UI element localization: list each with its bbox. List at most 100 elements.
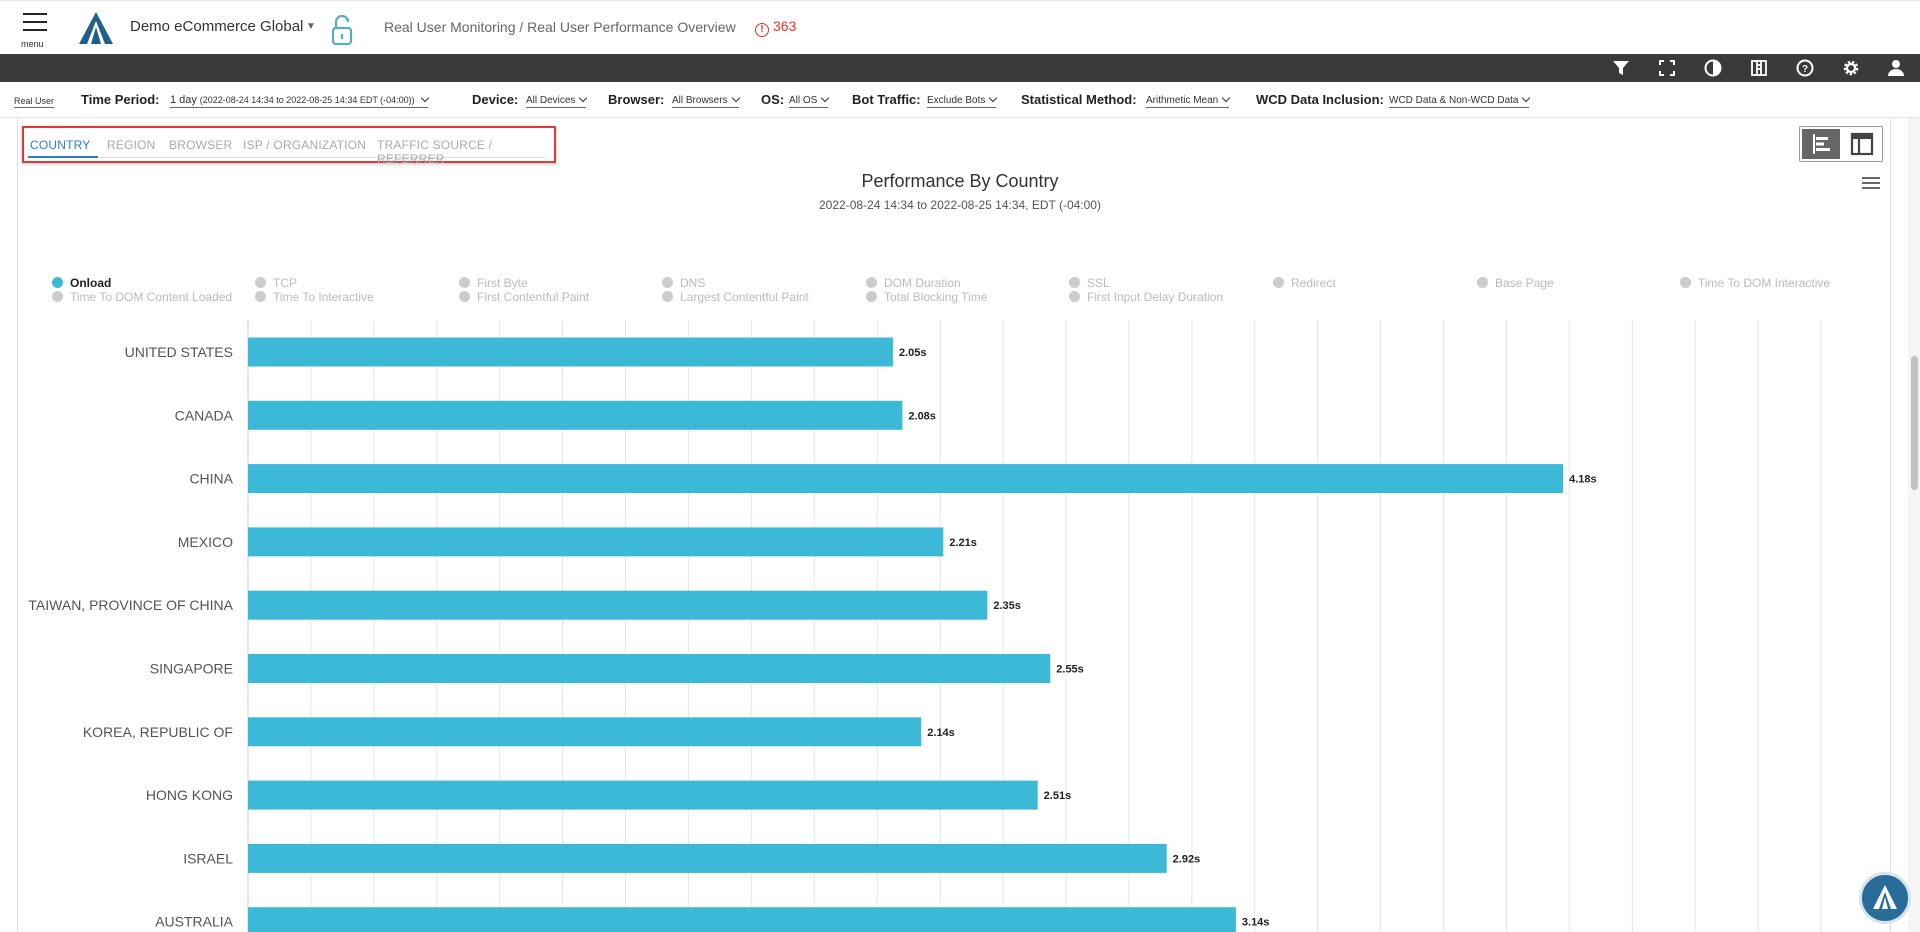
- gear-icon[interactable]: [1841, 58, 1861, 78]
- legend-dot: [1680, 277, 1691, 288]
- bot-traffic-select[interactable]: Exclude Bots: [927, 93, 998, 108]
- os-select[interactable]: All OS: [789, 93, 830, 108]
- legend-dot: [52, 291, 63, 302]
- legend-item-first-input-delay-duration[interactable]: First Input Delay Duration: [1069, 290, 1223, 304]
- legend-item-ssl[interactable]: SSL: [1069, 276, 1110, 290]
- bot-traffic-value: Exclude Bots: [927, 95, 986, 106]
- help-icon[interactable]: ?: [1795, 58, 1815, 78]
- wcd-data-value: WCD Data & Non-WCD Data: [1389, 95, 1519, 106]
- legend-dot: [255, 277, 266, 288]
- active-tab-indicator: [28, 156, 98, 158]
- browser-value: All Browsers: [672, 95, 728, 106]
- brand-logo-icon: [1873, 885, 1897, 909]
- chevron-down-icon: [1522, 93, 1531, 103]
- bar-singapore[interactable]: [248, 654, 1051, 683]
- bar-united-states[interactable]: [248, 337, 893, 367]
- legend-item-dom-duration[interactable]: DOM Duration: [866, 276, 961, 290]
- tab-browser[interactable]: BROWSER: [169, 138, 232, 152]
- browser-label: Browser:: [608, 92, 665, 107]
- legend-dot: [662, 291, 673, 302]
- wcd-data-label: WCD Data Inclusion:: [1256, 92, 1384, 107]
- bar-china[interactable]: [248, 464, 1564, 494]
- tab-isp-organization[interactable]: ISP / ORGANIZATION: [243, 138, 366, 152]
- menu-button[interactable]: menu: [18, 13, 48, 49]
- legend-item-largest-contentful-paint[interactable]: Largest Contentful Paint: [662, 290, 809, 304]
- chevron-down-icon: [1222, 93, 1231, 103]
- filter-icon[interactable]: [1611, 58, 1631, 78]
- bar-canada[interactable]: [248, 400, 903, 430]
- legend-label: Redirect: [1291, 276, 1336, 290]
- legend-dot: [1069, 291, 1080, 302]
- legend-item-first-byte[interactable]: First Byte: [459, 276, 528, 290]
- help-chat-button[interactable]: [1859, 872, 1911, 924]
- bar-israel[interactable]: [248, 843, 1167, 873]
- legend-label: First Input Delay Duration: [1087, 290, 1224, 304]
- legend-dot: [662, 277, 673, 288]
- scrollbar-thumb[interactable]: [1911, 356, 1918, 490]
- columns-icon[interactable]: [1749, 58, 1769, 78]
- legend-item-onload[interactable]: Onload: [52, 276, 111, 290]
- legend-label: Total Blocking Time: [884, 290, 988, 304]
- chart-subtitle: 2022-08-24 14:34 to 2022-08-25 14:34, ED…: [819, 198, 1101, 212]
- bar-australia[interactable]: [248, 907, 1236, 932]
- tab-region[interactable]: REGION: [107, 138, 156, 152]
- dark-toolbar: ?: [0, 54, 1920, 82]
- dimension-tabs: COUNTRY REGION BROWSER ISP / ORGANIZATIO…: [22, 126, 556, 166]
- legend-item-time-to-interactive[interactable]: Time To Interactive: [255, 290, 374, 304]
- legend-item-time-to-dom-content-loaded[interactable]: Time To DOM Content Loaded: [52, 290, 232, 304]
- bar-chart-icon: [1813, 134, 1830, 154]
- legend-dot: [1273, 277, 1284, 288]
- alert-icon: !: [755, 23, 769, 37]
- legend-item-dns[interactable]: DNS: [662, 276, 705, 290]
- legend-label: Time To Interactive: [273, 290, 374, 304]
- alert-count-badge[interactable]: ! 363: [755, 18, 796, 37]
- bar-mexico[interactable]: [248, 527, 944, 557]
- tab-traffic-source-referrer[interactable]: TRAFFIC SOURCE / REFERRER: [377, 138, 546, 166]
- browser-select[interactable]: All Browsers: [672, 93, 740, 108]
- bar-chart-view-button[interactable]: [1802, 129, 1840, 159]
- legend-dot: [459, 291, 470, 302]
- legend-label: DNS: [680, 276, 706, 290]
- scrollbar-track[interactable]: [1908, 118, 1920, 932]
- statistical-method-select[interactable]: Arithmetic Mean: [1146, 93, 1231, 108]
- chevron-down-icon: [579, 93, 588, 103]
- legend-label: Largest Contentful Paint: [680, 290, 809, 304]
- contrast-icon[interactable]: [1703, 58, 1723, 78]
- org-name[interactable]: Demo eCommerce Global: [130, 18, 303, 35]
- time-period-select[interactable]: 1 day (2022-08-24 14:34 to 2022-08-25 14…: [170, 93, 430, 108]
- filter-bar: Real User Time Period: 1 day (2022-08-24…: [0, 82, 1920, 118]
- unlocked-icon[interactable]: [330, 11, 354, 47]
- mode-select[interactable]: Real User: [14, 96, 55, 108]
- top-header: menu Demo eCommerce Global ▼ Real User M…: [0, 0, 1920, 54]
- chart-title: Performance By Country: [861, 171, 1059, 191]
- legend-dot: [1477, 277, 1488, 288]
- breadcrumb: Real User Monitoring / Real User Perform…: [384, 19, 736, 35]
- os-label: OS:: [761, 92, 785, 107]
- chevron-down-icon: [821, 93, 830, 103]
- bar-hong-kong[interactable]: [248, 780, 1038, 810]
- chart-menu-icon[interactable]: [1862, 177, 1880, 191]
- legend-item-tcp[interactable]: TCP: [255, 276, 297, 290]
- bar-korea-republic-of[interactable]: [248, 717, 922, 747]
- bar-taiwan-province-of-china[interactable]: [248, 590, 988, 620]
- tab-country[interactable]: COUNTRY: [30, 138, 91, 152]
- wcd-data-select[interactable]: WCD Data & Non-WCD Data: [1389, 93, 1531, 108]
- legend-item-base-page[interactable]: Base Page: [1477, 276, 1554, 290]
- fullscreen-icon[interactable]: [1657, 58, 1677, 78]
- legend-item-time-to-dom-interactive[interactable]: Time To DOM Interactive: [1680, 276, 1830, 290]
- brand-logo-icon[interactable]: [78, 11, 114, 45]
- legend-label: First Contentful Paint: [477, 290, 590, 304]
- legend-dot: [255, 291, 266, 302]
- table-view-button[interactable]: [1843, 129, 1881, 159]
- device-select[interactable]: All Devices: [526, 93, 588, 108]
- legend-item-total-blocking-time[interactable]: Total Blocking Time: [866, 290, 987, 304]
- legend-item-redirect[interactable]: Redirect: [1273, 276, 1336, 290]
- time-period-range: (2022-08-24 14:34 to 2022-08-25 14:34 ED…: [199, 95, 415, 105]
- user-icon[interactable]: [1886, 58, 1906, 78]
- org-dropdown-caret-icon[interactable]: ▼: [306, 21, 316, 32]
- legend-label: DOM Duration: [884, 276, 961, 290]
- os-value: All OS: [789, 95, 818, 106]
- legend-label: Time To DOM Content Loaded: [70, 290, 233, 304]
- time-period-value: 1 day: [170, 94, 197, 106]
- legend-item-first-contentful-paint[interactable]: First Contentful Paint: [459, 290, 589, 304]
